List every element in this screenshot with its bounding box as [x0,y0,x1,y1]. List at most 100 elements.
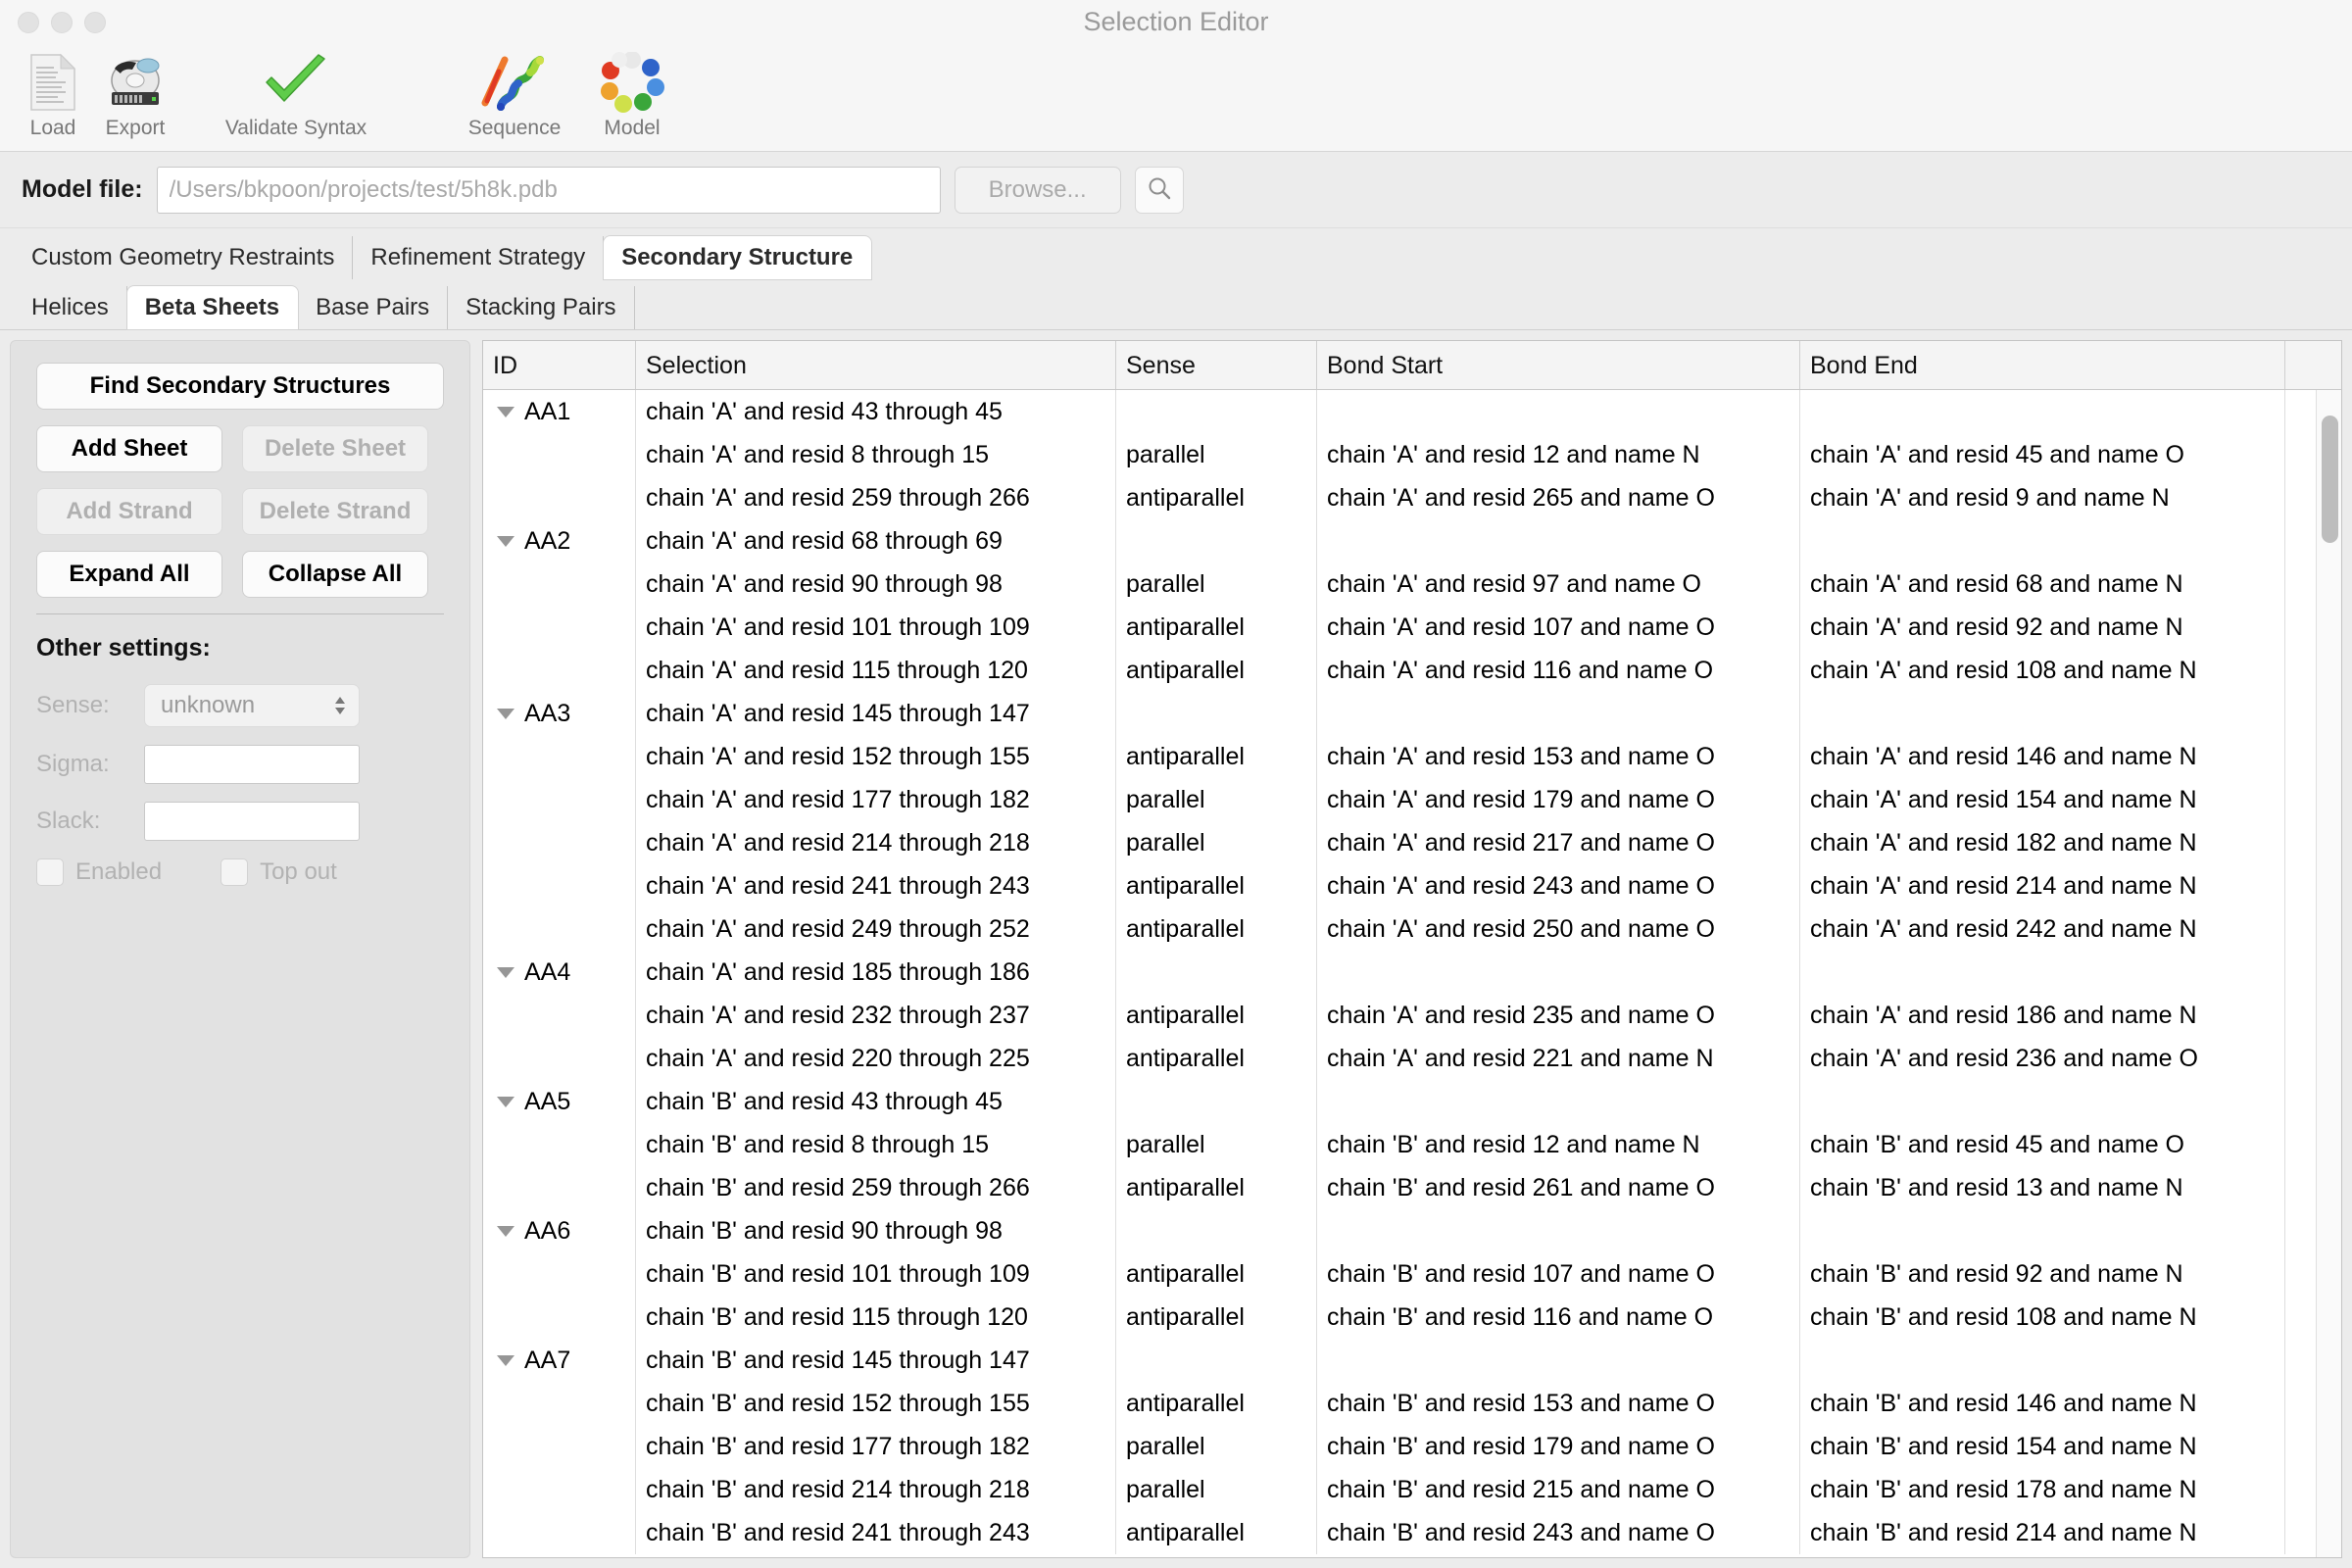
table-row[interactable]: AA3chain 'A' and resid 145 through 147 [483,692,2341,735]
model-button[interactable]: Model [578,44,686,140]
delete-strand-button[interactable]: Delete Strand [242,488,428,535]
row-bond-end-cell[interactable]: chain 'A' and resid 154 and name N [1799,778,2284,821]
row-bond-start-cell[interactable] [1316,692,1799,735]
column-header-bond-start[interactable]: Bond Start [1316,341,1799,389]
row-selection-cell[interactable]: chain 'A' and resid 177 through 182 [635,778,1115,821]
row-bond-start-cell[interactable]: chain 'A' and resid 235 and name O [1316,994,1799,1037]
row-bond-start-cell[interactable]: chain 'B' and resid 179 and name O [1316,1425,1799,1468]
row-id-cell[interactable]: AA1 [483,390,635,433]
row-id-cell[interactable] [483,1166,635,1209]
row-bond-start-cell[interactable]: chain 'A' and resid 107 and name O [1316,606,1799,649]
tab-custom-geometry-restraints[interactable]: Custom Geometry Restraints [14,236,353,279]
table-row[interactable]: AA4chain 'A' and resid 185 through 186 [483,951,2341,994]
row-bond-end-cell[interactable] [1799,1339,2284,1382]
row-bond-end-cell[interactable] [1799,519,2284,563]
scrollbar-thumb[interactable] [2322,416,2338,543]
row-id-cell[interactable] [483,1382,635,1425]
row-selection-cell[interactable]: chain 'B' and resid 115 through 120 [635,1296,1115,1339]
validate-syntax-button[interactable]: Validate Syntax [200,44,392,140]
table-row[interactable]: chain 'B' and resid 241 through 243antip… [483,1511,2341,1554]
table-row[interactable]: AA7chain 'B' and resid 145 through 147 [483,1339,2341,1382]
table-row[interactable]: chain 'B' and resid 152 through 155antip… [483,1382,2341,1425]
row-selection-cell[interactable]: chain 'B' and resid 214 through 218 [635,1468,1115,1511]
row-selection-cell[interactable]: chain 'B' and resid 152 through 155 [635,1382,1115,1425]
row-id-cell[interactable] [483,821,635,864]
row-bond-end-cell[interactable]: chain 'B' and resid 146 and name N [1799,1382,2284,1425]
row-id-cell[interactable] [483,433,635,476]
row-sense-cell[interactable] [1115,692,1316,735]
tab-beta-sheets[interactable]: Beta Sheets [127,286,298,329]
column-header-id[interactable]: ID [483,341,635,389]
table-row[interactable]: chain 'A' and resid 101 through 109antip… [483,606,2341,649]
row-sense-cell[interactable] [1115,1209,1316,1252]
table-row[interactable]: chain 'B' and resid 177 through 182paral… [483,1425,2341,1468]
row-bond-start-cell[interactable]: chain 'A' and resid 250 and name O [1316,907,1799,951]
expand-all-button[interactable]: Expand All [36,551,222,598]
row-selection-cell[interactable]: chain 'A' and resid 145 through 147 [635,692,1115,735]
row-bond-end-cell[interactable]: chain 'A' and resid 45 and name O [1799,433,2284,476]
topout-checkbox-group[interactable]: Top out [220,858,337,886]
table-row[interactable]: chain 'A' and resid 214 through 218paral… [483,821,2341,864]
row-selection-cell[interactable]: chain 'A' and resid 214 through 218 [635,821,1115,864]
sequence-button[interactable]: Sequence [451,44,578,140]
row-bond-end-cell[interactable]: chain 'B' and resid 45 and name O [1799,1123,2284,1166]
row-sense-cell[interactable]: parallel [1115,1468,1316,1511]
column-header-selection[interactable]: Selection [635,341,1115,389]
row-sense-cell[interactable]: parallel [1115,563,1316,606]
row-id-cell[interactable]: AA4 [483,951,635,994]
row-bond-end-cell[interactable]: chain 'A' and resid 182 and name N [1799,821,2284,864]
row-sense-cell[interactable]: antiparallel [1115,1252,1316,1296]
table-row[interactable]: chain 'A' and resid 8 through 15parallel… [483,433,2341,476]
row-selection-cell[interactable]: chain 'A' and resid 90 through 98 [635,563,1115,606]
add-sheet-button[interactable]: Add Sheet [36,425,222,472]
row-sense-cell[interactable]: antiparallel [1115,1511,1316,1554]
row-bond-start-cell[interactable] [1316,1080,1799,1123]
row-sense-cell[interactable]: antiparallel [1115,606,1316,649]
row-selection-cell[interactable]: chain 'A' and resid 249 through 252 [635,907,1115,951]
table-vertical-scrollbar[interactable] [2316,390,2341,1557]
row-id-cell[interactable] [483,1252,635,1296]
row-bond-end-cell[interactable]: chain 'B' and resid 178 and name N [1799,1468,2284,1511]
row-selection-cell[interactable]: chain 'B' and resid 177 through 182 [635,1425,1115,1468]
expand-triangle-icon[interactable] [497,407,514,417]
row-selection-cell[interactable]: chain 'B' and resid 241 through 243 [635,1511,1115,1554]
row-selection-cell[interactable]: chain 'B' and resid 101 through 109 [635,1252,1115,1296]
row-bond-start-cell[interactable]: chain 'B' and resid 12 and name N [1316,1123,1799,1166]
expand-triangle-icon[interactable] [497,1097,514,1107]
row-id-cell[interactable] [483,476,635,519]
row-bond-end-cell[interactable]: chain 'A' and resid 68 and name N [1799,563,2284,606]
row-bond-end-cell[interactable]: chain 'A' and resid 236 and name O [1799,1037,2284,1080]
table-row[interactable]: chain 'A' and resid 90 through 98paralle… [483,563,2341,606]
collapse-all-button[interactable]: Collapse All [242,551,428,598]
row-id-cell[interactable] [483,563,635,606]
row-sense-cell[interactable] [1115,519,1316,563]
table-row[interactable]: chain 'A' and resid 241 through 243antip… [483,864,2341,907]
row-bond-start-cell[interactable]: chain 'B' and resid 215 and name O [1316,1468,1799,1511]
expand-triangle-icon[interactable] [497,709,514,719]
row-id-cell[interactable] [483,864,635,907]
enabled-checkbox[interactable] [36,858,64,886]
table-row[interactable]: chain 'B' and resid 101 through 109antip… [483,1252,2341,1296]
enabled-checkbox-group[interactable]: Enabled [36,858,162,886]
row-bond-end-cell[interactable] [1799,951,2284,994]
row-id-cell[interactable] [483,778,635,821]
row-sense-cell[interactable]: antiparallel [1115,864,1316,907]
row-bond-start-cell[interactable]: chain 'B' and resid 243 and name O [1316,1511,1799,1554]
row-bond-start-cell[interactable]: chain 'A' and resid 265 and name O [1316,476,1799,519]
row-id-cell[interactable]: AA3 [483,692,635,735]
table-row[interactable]: chain 'A' and resid 249 through 252antip… [483,907,2341,951]
tab-refinement-strategy[interactable]: Refinement Strategy [353,236,604,279]
row-bond-end-cell[interactable]: chain 'A' and resid 214 and name N [1799,864,2284,907]
row-selection-cell[interactable]: chain 'B' and resid 145 through 147 [635,1339,1115,1382]
row-sense-cell[interactable]: parallel [1115,433,1316,476]
row-selection-cell[interactable]: chain 'A' and resid 220 through 225 [635,1037,1115,1080]
expand-triangle-icon[interactable] [497,536,514,547]
row-sense-cell[interactable]: parallel [1115,778,1316,821]
table-row[interactable]: chain 'A' and resid 152 through 155antip… [483,735,2341,778]
table-row[interactable]: chain 'B' and resid 8 through 15parallel… [483,1123,2341,1166]
table-row[interactable]: chain 'B' and resid 214 through 218paral… [483,1468,2341,1511]
row-id-cell[interactable] [483,735,635,778]
table-row[interactable]: chain 'A' and resid 177 through 182paral… [483,778,2341,821]
row-bond-start-cell[interactable]: chain 'A' and resid 12 and name N [1316,433,1799,476]
row-id-cell[interactable] [483,1037,635,1080]
